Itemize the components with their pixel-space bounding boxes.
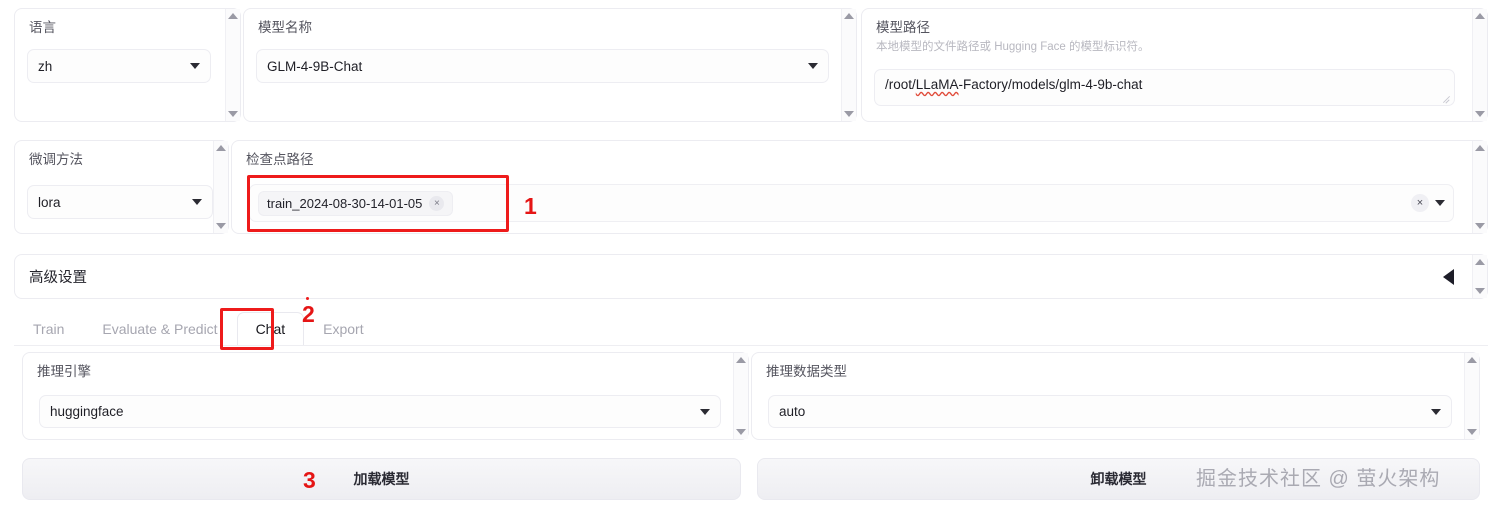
advanced-settings-panel[interactable]: 高级设置 <box>14 254 1488 299</box>
language-panel-scrollbar[interactable] <box>225 9 240 121</box>
finetune-method-panel-scrollbar[interactable] <box>213 141 228 233</box>
language-select-value: zh <box>38 58 53 74</box>
annotation-number-1: 1 <box>524 193 537 219</box>
model-name-select[interactable]: GLM-4-9B-Chat <box>256 49 829 83</box>
chevron-down-icon <box>700 408 710 415</box>
tab-train[interactable]: Train <box>14 312 83 346</box>
scroll-down-icon[interactable] <box>1475 288 1485 294</box>
chevron-down-icon <box>192 199 202 205</box>
model-path-panel-scrollbar[interactable] <box>1472 9 1487 121</box>
inference-engine-label: 推理引擎 <box>37 364 91 379</box>
inference-engine-scrollbar[interactable] <box>733 353 748 439</box>
scroll-down-icon[interactable] <box>844 111 854 117</box>
advanced-settings-label: 高级设置 <box>29 270 87 286</box>
chevron-down-icon <box>190 63 200 69</box>
unload-model-button-label: 卸载模型 <box>1090 471 1147 487</box>
tab-chat[interactable]: Chat <box>236 312 305 346</box>
scroll-down-icon[interactable] <box>228 111 238 117</box>
resize-grip-icon[interactable] <box>1442 93 1452 103</box>
inference-dtype-label: 推理数据类型 <box>766 364 847 379</box>
inference-engine-select-value: huggingface <box>50 404 124 419</box>
model-name-panel-scrollbar[interactable] <box>841 9 856 121</box>
advanced-settings-scrollbar[interactable] <box>1472 255 1487 298</box>
scroll-up-icon[interactable] <box>216 145 226 151</box>
model-path-value-suffix: -Factory/models/glm-4-9b-chat <box>958 77 1143 92</box>
load-model-button[interactable]: 加载模型 <box>22 458 741 500</box>
inference-dtype-panel: 推理数据类型 auto <box>751 352 1480 440</box>
inference-engine-panel: 推理引擎 huggingface <box>22 352 749 440</box>
language-label: 语言 <box>29 20 56 35</box>
watermark: 掘金技术社区 @ 萤火架构 <box>1196 468 1441 490</box>
checkpoint-tag-label: train_2024-08-30-14-01-05 <box>267 195 423 211</box>
inference-dtype-select-value: auto <box>779 404 806 419</box>
model-path-value-prefix: /root/ <box>885 77 916 92</box>
annotation-dot-icon <box>306 297 309 300</box>
tab-export-label: Export <box>323 321 364 337</box>
app-root: 语言 zh 模型名称 GLM-4-9B-Chat 模型路径 本地模型的文件路径或… <box>0 0 1502 517</box>
model-name-panel: 模型名称 GLM-4-9B-Chat <box>243 8 857 122</box>
scroll-down-icon[interactable] <box>1475 223 1485 229</box>
tabs-divider <box>14 345 1488 346</box>
model-path-panel: 模型路径 本地模型的文件路径或 Hugging Face 的模型标识符。 /ro… <box>861 8 1488 122</box>
chevron-down-icon <box>808 63 818 69</box>
checkpoint-path-panel-scrollbar[interactable] <box>1472 141 1487 233</box>
scroll-up-icon[interactable] <box>1475 13 1485 19</box>
load-model-button-label: 加载模型 <box>353 471 410 487</box>
tab-chat-label: Chat <box>255 321 286 337</box>
scroll-up-icon[interactable] <box>844 13 854 19</box>
language-select[interactable]: zh <box>27 49 211 83</box>
inference-dtype-select[interactable]: auto <box>768 395 1452 428</box>
chevron-down-icon[interactable] <box>1435 200 1445 206</box>
tab-train-label: Train <box>33 321 65 337</box>
model-name-label: 模型名称 <box>258 20 312 35</box>
scroll-up-icon[interactable] <box>736 357 746 363</box>
scroll-down-icon[interactable] <box>1475 111 1485 117</box>
tab-evaluate-predict-label: Evaluate & Predict <box>102 321 218 337</box>
inference-engine-select[interactable]: huggingface <box>39 395 721 428</box>
model-path-input[interactable]: /root/LLaMA-Factory/models/glm-4-9b-chat <box>874 69 1455 106</box>
language-panel: 语言 zh <box>14 8 241 122</box>
model-path-label: 模型路径 <box>876 20 930 35</box>
finetune-method-label: 微调方法 <box>29 152 83 167</box>
tab-export[interactable]: Export <box>304 312 382 346</box>
scroll-down-icon[interactable] <box>1467 429 1477 435</box>
annotation-number-3: 3 <box>303 467 316 493</box>
model-path-description: 本地模型的文件路径或 Hugging Face 的模型标识符。 <box>876 41 1150 53</box>
checkpoint-path-label: 检查点路径 <box>246 152 314 167</box>
scroll-down-icon[interactable] <box>736 429 746 435</box>
scroll-up-icon[interactable] <box>1467 357 1477 363</box>
scroll-up-icon[interactable] <box>1475 145 1485 151</box>
finetune-method-panel: 微调方法 lora <box>14 140 229 234</box>
chevron-down-icon <box>1431 408 1441 415</box>
model-path-value-misspelled: LLaMA <box>915 77 959 92</box>
model-name-select-value: GLM-4-9B-Chat <box>267 58 363 74</box>
close-icon[interactable]: × <box>429 195 445 211</box>
tab-evaluate-predict[interactable]: Evaluate & Predict <box>83 312 236 346</box>
clear-all-icon[interactable]: × <box>1411 194 1429 212</box>
checkpoint-path-multiselect[interactable]: train_2024-08-30-14-01-05 × × <box>249 184 1454 222</box>
inference-dtype-scrollbar[interactable] <box>1464 353 1479 439</box>
collapse-left-arrow-icon[interactable] <box>1443 269 1454 285</box>
scroll-down-icon[interactable] <box>216 223 226 229</box>
finetune-method-select[interactable]: lora <box>27 185 213 219</box>
main-tabs: Train Evaluate & Predict Chat Export <box>14 312 383 346</box>
checkpoint-path-panel: 检查点路径 train_2024-08-30-14-01-05 × × <box>231 140 1488 234</box>
checkpoint-tag[interactable]: train_2024-08-30-14-01-05 × <box>258 190 454 216</box>
scroll-up-icon[interactable] <box>1475 259 1485 265</box>
scroll-up-icon[interactable] <box>228 13 238 19</box>
annotation-number-2: 2 <box>302 301 315 327</box>
finetune-method-select-value: lora <box>38 194 61 210</box>
